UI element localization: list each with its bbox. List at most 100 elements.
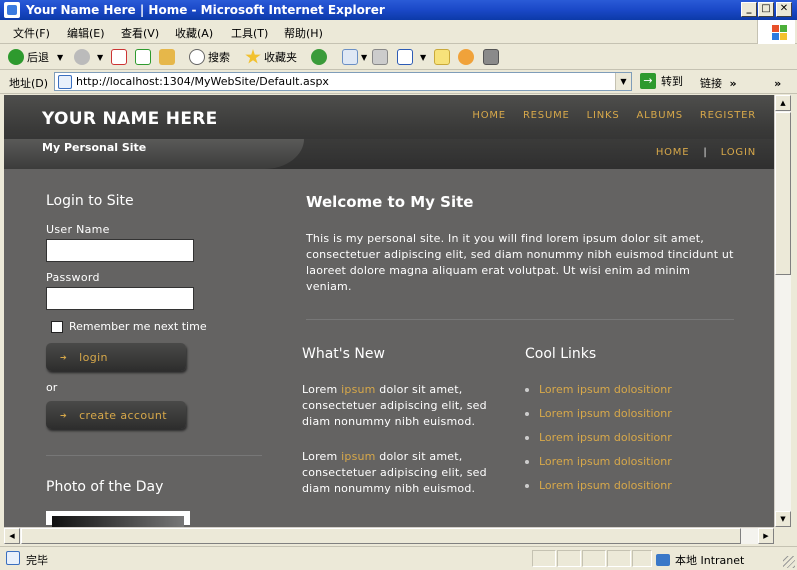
menu-file[interactable]: 文件(F)	[13, 25, 50, 41]
login-button[interactable]: ➔ login	[46, 343, 186, 371]
back-dropdown-icon[interactable]: ▼	[57, 53, 63, 62]
maximize-button[interactable]: □	[758, 2, 774, 17]
favorites-label: 收藏夹	[264, 51, 297, 64]
title-bar: Your Name Here | Home - Microsoft Intern…	[0, 0, 797, 20]
window-title: Your Name Here | Home - Microsoft Intern…	[26, 3, 385, 17]
refresh-icon	[135, 49, 151, 65]
menu-bar: 文件(F) 编辑(E) 查看(V) 收藏(A) 工具(T) 帮助(H)	[0, 20, 797, 44]
nav-albums[interactable]: ALBUMS	[637, 110, 683, 121]
nav-links[interactable]: LINKS	[587, 110, 620, 121]
menu-help[interactable]: 帮助(H)	[284, 25, 323, 41]
cool-links-section: Cool Links Lorem ipsum dolositionr Lorem…	[525, 346, 735, 503]
stop-button[interactable]	[111, 48, 130, 66]
edit-dropdown-icon[interactable]: ▼	[420, 53, 426, 62]
research-button[interactable]	[483, 48, 502, 66]
remember-checkbox[interactable]	[51, 320, 63, 333]
search-button[interactable]: 搜索	[189, 48, 230, 66]
go-arrow-icon: →	[640, 73, 656, 89]
welcome-heading: Welcome to My Site	[306, 193, 474, 211]
forward-dropdown-icon[interactable]: ▼	[97, 53, 103, 62]
print-button[interactable]	[372, 48, 391, 66]
toolbar-chevron-icon[interactable]: »	[774, 77, 781, 90]
stop-icon	[111, 49, 127, 65]
menu-edit[interactable]: 编辑(E)	[67, 25, 105, 41]
top-navigation: HOME RESUME LINKS ALBUMS REGISTER	[472, 110, 756, 121]
content-divider	[306, 319, 734, 320]
nav-resume[interactable]: RESUME	[523, 110, 570, 121]
page-icon	[58, 75, 72, 89]
arrow-icon: ➔	[60, 410, 68, 420]
create-account-button[interactable]: ➔ create account	[46, 401, 186, 429]
horizontal-scrollbar[interactable]: ◀ ▶	[4, 527, 774, 544]
notes-button[interactable]	[434, 48, 453, 66]
cool-link-item[interactable]: Lorem ipsum dolositionr	[525, 431, 735, 455]
cool-link-item[interactable]: Lorem ipsum dolositionr	[525, 407, 735, 431]
status-text: 完毕	[26, 554, 48, 567]
scroll-down-icon[interactable]: ▼	[775, 511, 791, 527]
refresh-button[interactable]	[135, 48, 154, 66]
close-button[interactable]: ✕	[776, 2, 792, 17]
address-url[interactable]: http://localhost:1304/MyWebSite/Default.…	[76, 75, 329, 88]
vertical-scrollbar[interactable]: ▲ ▼	[774, 95, 791, 527]
forward-arrow-icon	[74, 49, 90, 65]
subnav-separator: |	[703, 147, 707, 158]
subnav-login[interactable]: LOGIN	[721, 147, 756, 158]
mail-icon	[342, 49, 358, 65]
page-done-icon	[6, 551, 20, 565]
news-link[interactable]: ipsum	[341, 450, 375, 463]
home-button[interactable]	[159, 48, 178, 66]
edit-button[interactable]: ▼	[397, 48, 426, 66]
go-label: 转到	[661, 75, 683, 88]
cool-link-item[interactable]: Lorem ipsum dolositionr	[525, 455, 735, 479]
username-field[interactable]	[46, 239, 194, 262]
cool-link-item[interactable]: Lorem ipsum dolositionr	[525, 383, 735, 407]
messenger-button[interactable]	[458, 48, 477, 66]
back-button[interactable]: 后退 ▼	[8, 48, 63, 66]
remember-me[interactable]: Remember me next time	[46, 320, 262, 333]
print-icon	[372, 49, 388, 65]
security-zone[interactable]: 本地 Intranet	[656, 552, 744, 568]
menu-favorites[interactable]: 收藏(A)	[175, 25, 213, 41]
vertical-scroll-thumb[interactable]	[775, 112, 791, 275]
main-content: Welcome to My Site This is my personal s…	[302, 193, 734, 495]
minimize-button[interactable]: _	[741, 2, 757, 17]
scroll-right-icon[interactable]: ▶	[758, 528, 774, 544]
nav-register[interactable]: REGISTER	[700, 110, 756, 121]
nav-home[interactable]: HOME	[472, 110, 506, 121]
cool-links-list: Lorem ipsum dolositionr Lorem ipsum dolo…	[525, 383, 735, 503]
username-label: User Name	[46, 223, 110, 236]
forward-button[interactable]: ▼	[74, 48, 103, 66]
address-input[interactable]: http://localhost:1304/MyWebSite/Default.…	[54, 72, 632, 91]
scroll-left-icon[interactable]: ◀	[4, 528, 20, 544]
search-icon	[189, 49, 205, 65]
messenger-icon	[458, 49, 474, 65]
menu-tools[interactable]: 工具(T)	[231, 25, 268, 41]
password-field[interactable]	[46, 287, 194, 310]
back-arrow-icon	[8, 49, 24, 65]
address-dropdown-icon[interactable]: ▼	[615, 73, 631, 90]
favorites-button[interactable]: 收藏夹	[245, 48, 297, 66]
status-bar: 完毕 本地 Intranet	[0, 546, 797, 570]
sidebar-divider	[46, 455, 262, 456]
create-account-label: create account	[79, 408, 167, 422]
horizontal-scroll-thumb[interactable]	[21, 528, 741, 544]
subnav-home[interactable]: HOME	[656, 147, 690, 158]
media-button[interactable]	[311, 48, 330, 66]
links-chevron-icon[interactable]: »	[730, 77, 737, 90]
mail-button[interactable]: ▼	[342, 48, 367, 66]
scroll-up-icon[interactable]: ▲	[775, 95, 791, 111]
menu-view[interactable]: 查看(V)	[121, 25, 159, 41]
mail-dropdown-icon[interactable]: ▼	[361, 53, 367, 62]
photo-of-the-day[interactable]	[46, 511, 190, 527]
ie-icon	[4, 2, 20, 18]
links-toolbar[interactable]: 链接 » »	[700, 75, 781, 91]
news-link[interactable]: ipsum	[341, 383, 375, 396]
photo-heading: Photo of the Day	[46, 479, 164, 495]
cool-link-item[interactable]: Lorem ipsum dolositionr	[525, 479, 735, 503]
toolbar: 后退 ▼ ▼ 搜索 收藏夹 ▼ ▼	[0, 45, 797, 70]
remember-label: Remember me next time	[69, 320, 207, 333]
media-icon	[311, 49, 327, 65]
resize-grip-icon[interactable]	[783, 556, 795, 568]
page-viewport: YOUR NAME HERE My Personal Site HOME RES…	[4, 95, 774, 527]
go-button[interactable]: → 转到	[640, 73, 683, 89]
